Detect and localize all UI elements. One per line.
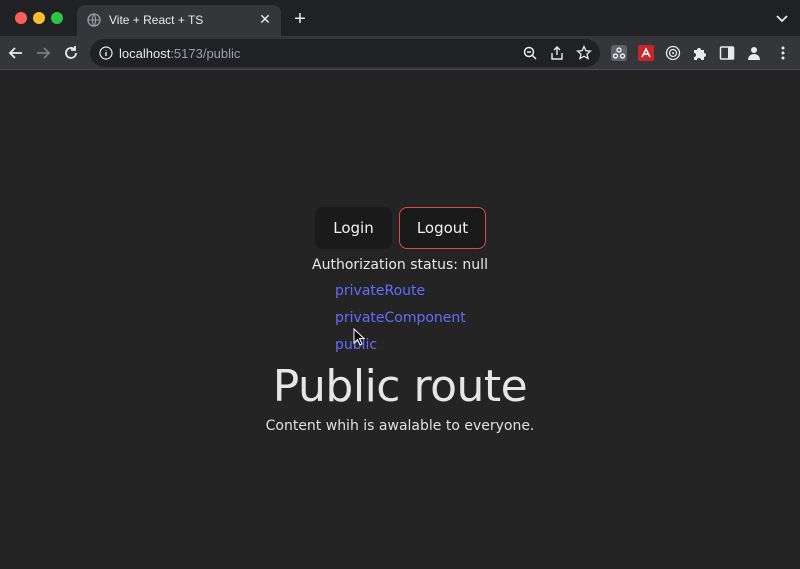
maximize-window-button[interactable] [51,12,63,24]
browser-tab[interactable]: Vite + React + TS ✕ [77,5,281,36]
address-bar[interactable]: localhost:5173/public [90,39,600,67]
mouse-cursor-icon [353,328,365,346]
puzzle-piece-icon[interactable] [692,45,708,61]
url-path: :5173/public [170,46,241,61]
route-links: privateRoute privateComponent public [335,282,466,363]
chevron-down-icon[interactable] [774,10,790,26]
info-icon[interactable] [99,46,113,60]
side-panel-icon[interactable] [719,45,735,61]
authorization-status: Authorization status: null [312,257,488,273]
close-window-button[interactable] [15,12,27,24]
profile-icon[interactable] [746,45,762,61]
close-tab-icon[interactable]: ✕ [257,11,273,27]
extension-red-icon[interactable] [638,45,654,61]
share-icon[interactable] [549,45,565,61]
reload-icon[interactable] [62,44,80,62]
link-private-component[interactable]: privateComponent [335,310,466,326]
more-menu-icon[interactable] [775,45,791,61]
tab-title: Vite + React + TS [109,13,204,27]
extension-nodes-icon[interactable] [611,45,627,61]
forward-arrow-icon[interactable] [34,44,52,62]
logout-button[interactable]: Logout [399,207,486,249]
url-host: localhost [119,46,171,61]
link-private-route[interactable]: privateRoute [335,283,425,299]
page-title: Public route [272,361,528,412]
browser-titlebar: Vite + React + TS ✕ + [0,0,800,36]
minimize-window-button[interactable] [33,12,45,24]
globe-icon [87,13,101,27]
list-item: privateRoute [335,282,466,309]
browser-toolbar: localhost:5173/public [0,36,800,70]
back-arrow-icon[interactable] [7,44,25,62]
url-text[interactable]: localhost:5173/public [119,46,240,61]
star-icon[interactable] [576,45,592,61]
page-content: Login Logout Authorization status: null … [0,71,800,569]
new-tab-button[interactable]: + [290,9,310,29]
zoom-icon[interactable] [522,45,538,61]
login-button[interactable]: Login [315,207,392,249]
page-description: Content whih is awalable to everyone. [265,418,535,434]
extension-target-icon[interactable] [665,45,681,61]
